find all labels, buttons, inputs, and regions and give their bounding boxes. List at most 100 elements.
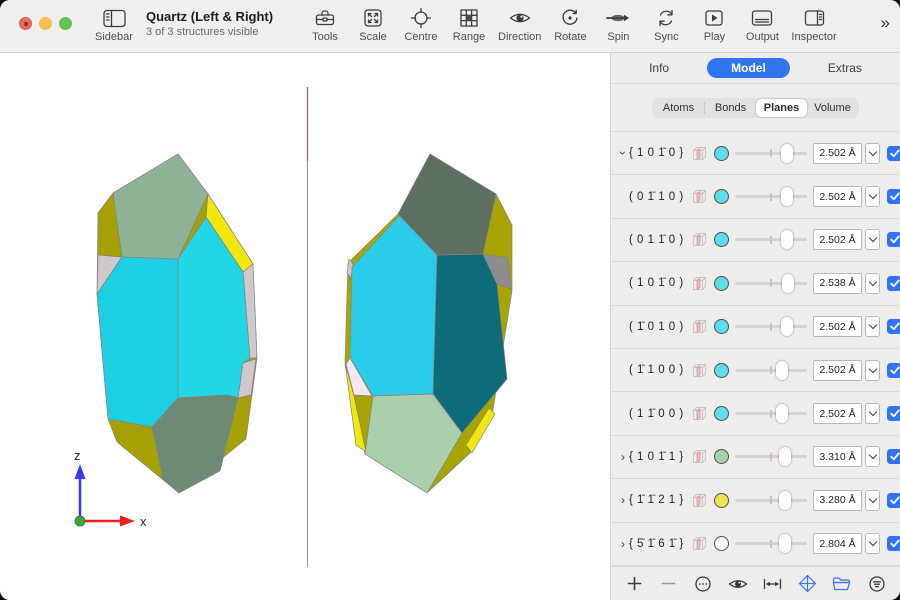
plane-cube-icon[interactable]	[691, 318, 711, 335]
value-stepper[interactable]	[865, 316, 880, 337]
spacing-value-field[interactable]: 2.502 Å	[813, 316, 862, 337]
toolbar-spin-button[interactable]: Spin	[595, 5, 641, 44]
slider-knob[interactable]	[781, 187, 793, 206]
toolbar-range-button[interactable]: Range	[446, 5, 492, 44]
tab-model[interactable]: Model	[707, 58, 790, 78]
slider-knob[interactable]	[779, 534, 791, 553]
value-stepper[interactable]	[865, 186, 880, 207]
tab-info[interactable]: Info	[635, 59, 683, 77]
plane-opacity-slider[interactable]	[735, 490, 807, 510]
disclosure-chevron-icon[interactable]: ›	[616, 147, 630, 159]
toolbar-rotate-button[interactable]: Rotate	[547, 5, 593, 44]
plane-color-swatch[interactable]	[714, 319, 729, 334]
toolbar-play-button[interactable]: Play	[691, 5, 737, 44]
value-stepper[interactable]	[865, 446, 880, 467]
value-stepper[interactable]	[865, 360, 880, 381]
spacing-value-field[interactable]: 2.502 Å	[813, 229, 862, 250]
visibility-eye-icon[interactable]	[727, 576, 749, 592]
value-stepper[interactable]	[865, 143, 880, 164]
subtab-volume[interactable]: Volume	[807, 99, 858, 117]
spacing-value-field[interactable]: 2.502 Å	[813, 360, 862, 381]
tab-extras[interactable]: Extras	[814, 59, 876, 77]
disclosure-chevron-icon[interactable]: ›	[617, 537, 629, 551]
toolbar-inspector-button[interactable]: Inspector	[787, 5, 840, 44]
structure-canvas[interactable]: z x	[0, 53, 610, 600]
plane-visible-checkbox[interactable]	[887, 319, 900, 334]
slider-knob[interactable]	[776, 361, 788, 380]
plane-visible-checkbox[interactable]	[887, 146, 900, 161]
plane-opacity-slider[interactable]	[735, 273, 807, 293]
plane-color-swatch[interactable]	[714, 363, 729, 378]
value-stepper[interactable]	[865, 403, 880, 424]
add-plane-button[interactable]	[623, 576, 645, 591]
spacing-value-field[interactable]: 2.502 Å	[813, 186, 862, 207]
plane-color-swatch[interactable]	[714, 406, 729, 421]
plane-cube-icon[interactable]	[691, 362, 711, 379]
filter-icon[interactable]	[866, 575, 888, 593]
toolbar-tools-button[interactable]: Tools	[302, 5, 348, 44]
plane-cube-icon[interactable]	[691, 535, 711, 552]
spacing-value-field[interactable]: 2.538 Å	[813, 273, 862, 294]
value-stepper[interactable]	[865, 273, 880, 294]
plane-cube-icon[interactable]	[691, 448, 711, 465]
plane-color-swatch[interactable]	[714, 189, 729, 204]
spacing-value-field[interactable]: 2.502 Å	[813, 403, 862, 424]
planes-diamond-icon[interactable]	[797, 574, 819, 593]
plane-opacity-slider[interactable]	[735, 230, 807, 250]
plane-visible-checkbox[interactable]	[887, 276, 900, 291]
disclosure-chevron-icon[interactable]: ›	[617, 450, 629, 464]
plane-cube-icon[interactable]	[691, 492, 711, 509]
zoom-button[interactable]	[59, 17, 72, 30]
toolbar-centre-button[interactable]: Centre	[398, 5, 444, 44]
spacing-value-field[interactable]: 2.804 Å	[813, 533, 862, 554]
plane-visible-checkbox[interactable]	[887, 536, 900, 551]
plane-cube-icon[interactable]	[691, 405, 711, 422]
plane-opacity-slider[interactable]	[735, 534, 807, 554]
more-options-icon[interactable]	[692, 575, 714, 593]
plane-color-swatch[interactable]	[714, 449, 729, 464]
plane-visible-checkbox[interactable]	[887, 232, 900, 247]
close-button[interactable]	[19, 17, 32, 30]
spacing-value-field[interactable]: 3.280 Å	[813, 490, 862, 511]
plane-visible-checkbox[interactable]	[887, 449, 900, 464]
plane-opacity-slider[interactable]	[735, 404, 807, 424]
plane-color-swatch[interactable]	[714, 536, 729, 551]
slider-knob[interactable]	[776, 404, 788, 423]
value-stepper[interactable]	[865, 229, 880, 250]
plane-visible-checkbox[interactable]	[887, 406, 900, 421]
slider-knob[interactable]	[781, 317, 793, 336]
plane-opacity-slider[interactable]	[735, 447, 807, 467]
plane-cube-icon[interactable]	[691, 231, 711, 248]
minimize-button[interactable]	[39, 17, 52, 30]
toolbar-scale-button[interactable]: Scale	[350, 5, 396, 44]
slider-knob[interactable]	[781, 144, 793, 163]
toolbar-output-button[interactable]: Output	[739, 5, 785, 44]
plane-opacity-slider[interactable]	[735, 360, 807, 380]
plane-visible-checkbox[interactable]	[887, 363, 900, 378]
slider-knob[interactable]	[779, 447, 791, 466]
open-folder-icon[interactable]	[831, 576, 853, 592]
disclosure-chevron-icon[interactable]: ›	[617, 493, 629, 507]
plane-color-swatch[interactable]	[714, 146, 729, 161]
value-stepper[interactable]	[865, 533, 880, 554]
subtab-planes[interactable]: Planes	[756, 99, 807, 117]
plane-cube-icon[interactable]	[691, 188, 711, 205]
plane-opacity-slider[interactable]	[735, 143, 807, 163]
plane-visible-checkbox[interactable]	[887, 493, 900, 508]
slider-knob[interactable]	[782, 274, 794, 293]
plane-color-swatch[interactable]	[714, 493, 729, 508]
sidebar-toggle-button[interactable]: Sidebar	[88, 5, 140, 44]
toolbar-sync-button[interactable]: Sync	[643, 5, 689, 44]
toolbar-direction-button[interactable]: Direction	[494, 5, 545, 44]
plane-cube-icon[interactable]	[691, 145, 711, 162]
plane-color-swatch[interactable]	[714, 232, 729, 247]
slider-knob[interactable]	[779, 491, 791, 510]
spacing-value-field[interactable]: 2.502 Å	[813, 143, 862, 164]
subtab-bonds[interactable]: Bonds	[705, 99, 756, 117]
toolbar-overflow-button[interactable]: »	[881, 13, 888, 33]
plane-cube-icon[interactable]	[691, 275, 711, 292]
slider-knob[interactable]	[781, 230, 793, 249]
plane-opacity-slider[interactable]	[735, 187, 807, 207]
plane-visible-checkbox[interactable]	[887, 189, 900, 204]
value-stepper[interactable]	[865, 490, 880, 511]
